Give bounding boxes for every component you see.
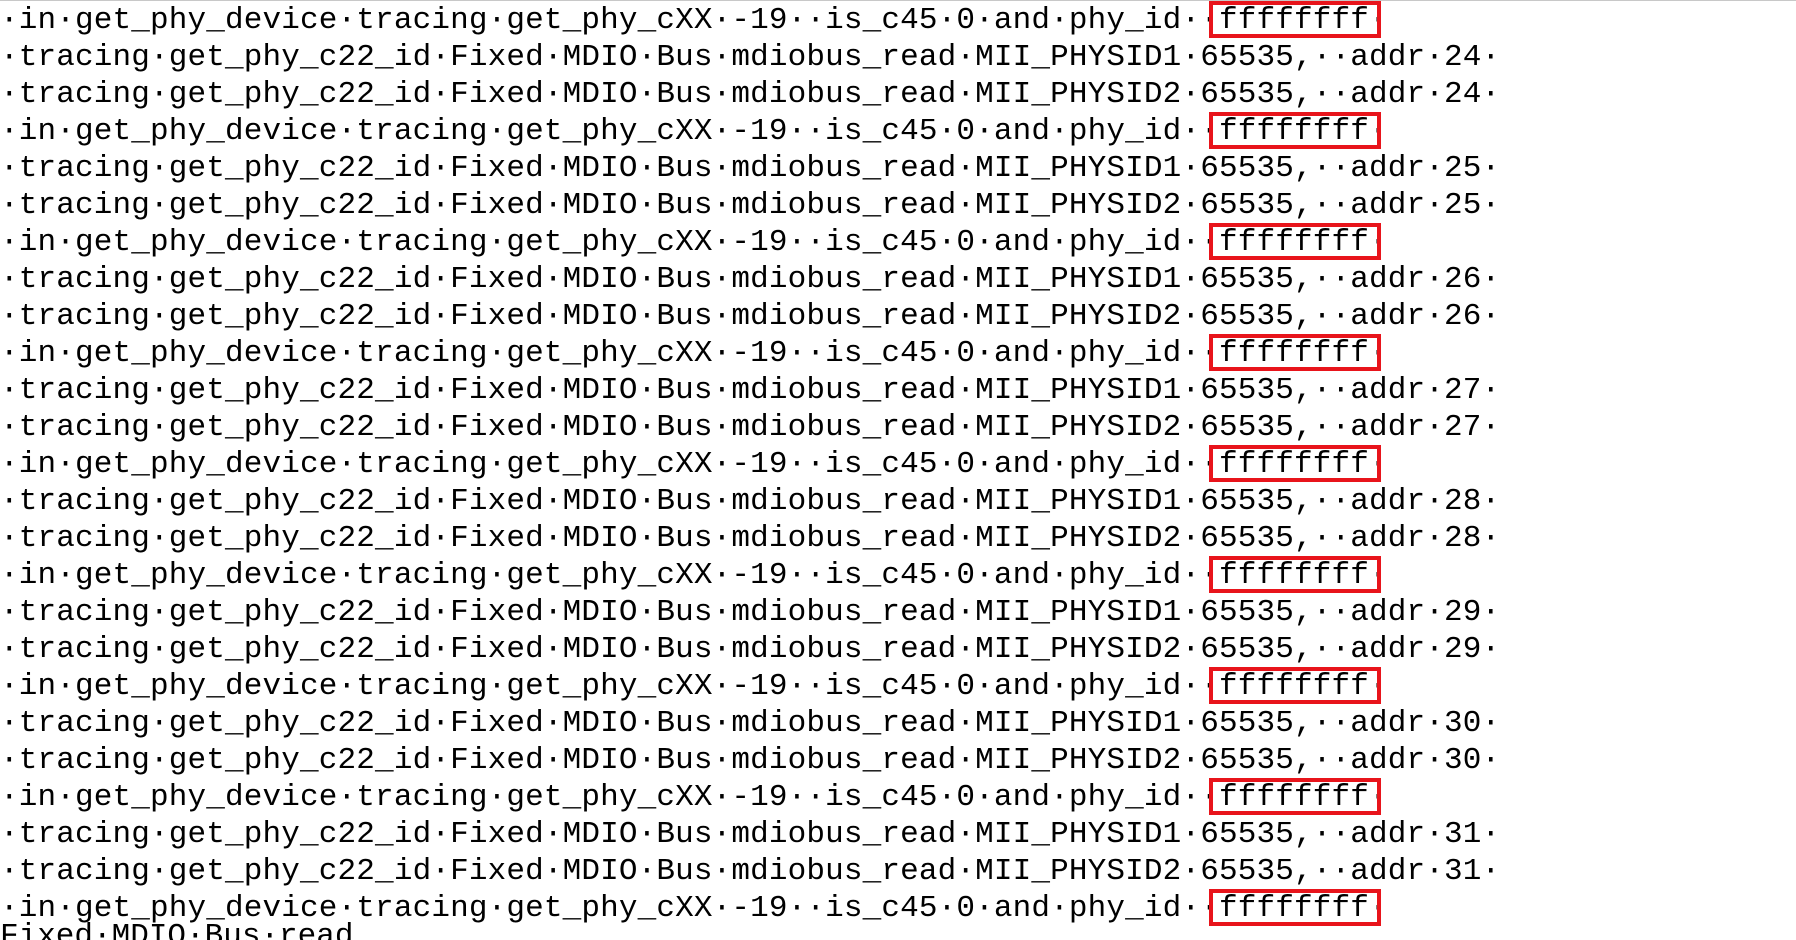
code-line: ·tracing·get_phy_c22_id·Fixed·MDIO·Bus·m…	[0, 262, 1501, 297]
code-line: ·tracing·get_phy_c22_id·Fixed·MDIO·Bus·m…	[0, 706, 1501, 741]
code-line: ·tracing·get_phy_c22_id·Fixed·MDIO·Bus·m…	[0, 521, 1501, 556]
code-line: ·in·get_phy_device·tracing·get_phy_cXX·-…	[0, 114, 1388, 149]
code-line: ·in·get_phy_device·tracing·get_phy_cXX·-…	[0, 669, 1388, 704]
code-line: ·in·get_phy_device·tracing·get_phy_cXX·-…	[0, 558, 1388, 593]
code-line: ·in·get_phy_device·tracing·get_phy_cXX·-…	[0, 447, 1388, 482]
editor-top-border	[0, 0, 1796, 1]
code-line: ·in·get_phy_device·tracing·get_phy_cXX·-…	[0, 780, 1388, 815]
code-line: ·in·get_phy_device·tracing·get_phy_cXX·-…	[0, 3, 1388, 38]
code-line: ·tracing·get_phy_c22_id·Fixed·MDIO·Bus·m…	[0, 299, 1501, 334]
code-line: ·tracing·get_phy_c22_id·Fixed·MDIO·Bus·m…	[0, 188, 1501, 223]
partial-last-line: Fixed·MDIO·Bus·read	[0, 919, 354, 940]
code-line: ·tracing·get_phy_c22_id·Fixed·MDIO·Bus·m…	[0, 743, 1501, 778]
code-line: ·tracing·get_phy_c22_id·Fixed·MDIO·Bus·m…	[0, 77, 1501, 112]
code-line: ·in·get_phy_device·tracing·get_phy_cXX·-…	[0, 225, 1388, 260]
code-line: ·tracing·get_phy_c22_id·Fixed·MDIO·Bus·m…	[0, 484, 1501, 519]
code-line: ·tracing·get_phy_c22_id·Fixed·MDIO·Bus·m…	[0, 854, 1501, 889]
code-line: ·tracing·get_phy_c22_id·Fixed·MDIO·Bus·m…	[0, 632, 1501, 667]
code-line: ·in·get_phy_device·tracing·get_phy_cXX·-…	[0, 336, 1388, 371]
code-line: ·tracing·get_phy_c22_id·Fixed·MDIO·Bus·m…	[0, 410, 1501, 445]
code-line: ·tracing·get_phy_c22_id·Fixed·MDIO·Bus·m…	[0, 40, 1501, 75]
code-line: ·tracing·get_phy_c22_id·Fixed·MDIO·Bus·m…	[0, 151, 1501, 186]
code-line: ·tracing·get_phy_c22_id·Fixed·MDIO·Bus·m…	[0, 595, 1501, 630]
text-editor[interactable]: ·in·get_phy_device·tracing·get_phy_cXX·-…	[0, 0, 1796, 940]
code-line: ·tracing·get_phy_c22_id·Fixed·MDIO·Bus·m…	[0, 373, 1501, 408]
code-line: ·tracing·get_phy_c22_id·Fixed·MDIO·Bus·m…	[0, 817, 1501, 852]
